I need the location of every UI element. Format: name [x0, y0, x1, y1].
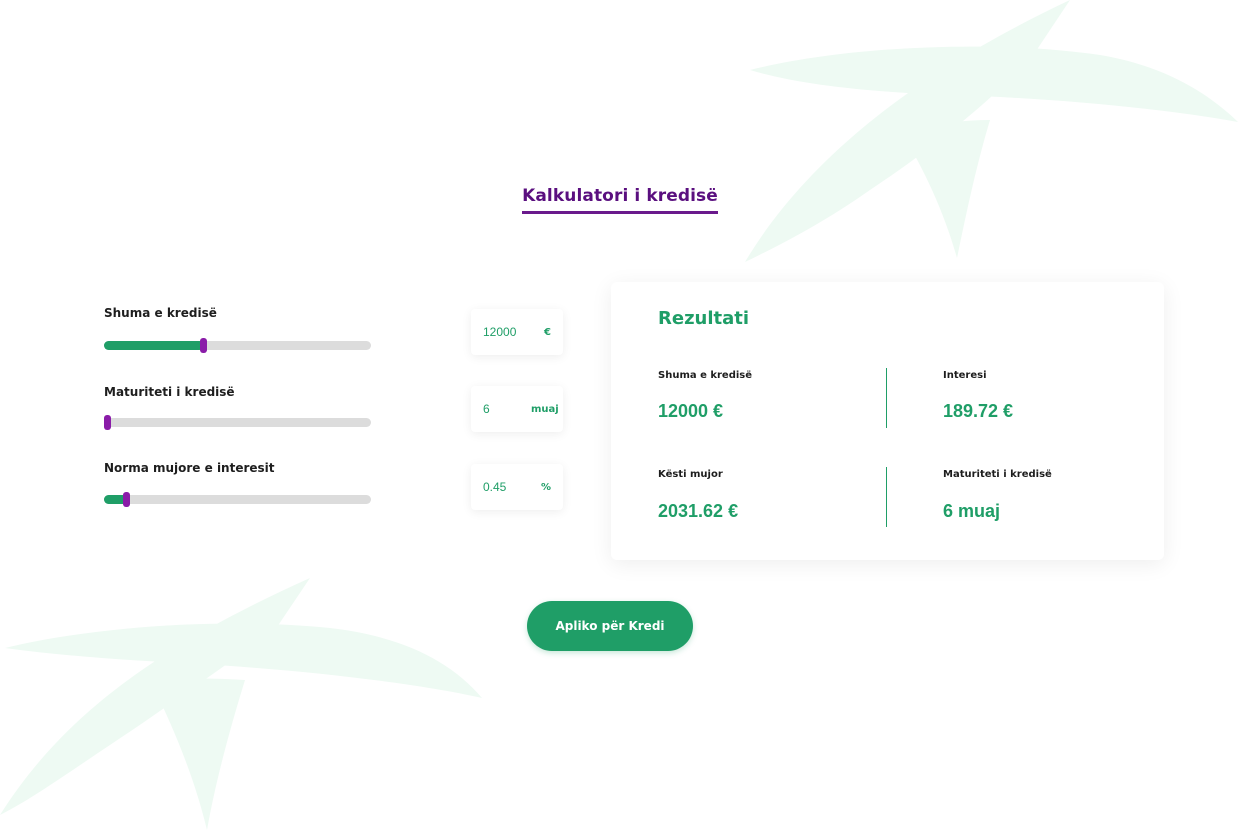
result-monthly-installment-value: 2031.62 € — [658, 501, 739, 521]
result-divider-top — [886, 368, 887, 428]
loan-maturity-box: muaj — [471, 386, 563, 432]
star-arm-bottom-left-3 — [150, 678, 245, 830]
loan-maturity-input[interactable] — [483, 402, 531, 416]
loan-maturity-slider[interactable] — [104, 415, 371, 430]
result-divider-bottom — [886, 467, 887, 527]
apply-for-loan-button[interactable]: Apliko për Kredi — [527, 601, 693, 651]
loan-maturity-label: Maturiteti i kredisë — [104, 385, 235, 399]
star-arm-bottom-left-2 — [5, 623, 482, 698]
page-title: Kalkulatori i kredisë — [522, 186, 718, 214]
result-card: Rezultati Shuma e kredisë 12000 € Intere… — [611, 282, 1164, 560]
loan-amount-label: Shuma e kredisë — [104, 306, 217, 320]
star-arm-bottom-left-1 — [0, 578, 310, 815]
interest-rate-slider[interactable] — [104, 492, 371, 507]
result-maturity-label: Maturiteti i kredisë — [943, 469, 1052, 480]
result-interest-value: 189.72 € — [943, 401, 1014, 421]
loan-maturity-slider-thumb[interactable] — [104, 415, 111, 430]
result-maturity-value: 6 muaj — [943, 501, 1001, 521]
result-interest-label: Interesi — [943, 370, 987, 381]
loan-amount-slider-thumb[interactable] — [200, 338, 208, 353]
loan-amount-slider-fill — [104, 341, 205, 350]
result-title: Rezultati — [658, 308, 750, 329]
interest-rate-label: Norma mujore e interesit — [104, 461, 275, 475]
interest-rate-slider-thumb[interactable] — [122, 492, 130, 507]
star-arm-top-right-2 — [750, 46, 1238, 122]
interest-rate-unit: % — [540, 481, 551, 493]
interest-rate-input[interactable] — [483, 480, 531, 494]
loan-amount-input[interactable] — [483, 325, 531, 339]
loan-amount-slider[interactable] — [104, 338, 371, 353]
result-loan-amount-label: Shuma e kredisë — [658, 370, 753, 381]
result-monthly-installment-label: Kësti mujor — [658, 469, 723, 480]
page-title-wrapper: Kalkulatori i kredisë — [0, 186, 1240, 214]
interest-rate-box: % — [471, 464, 563, 510]
loan-amount-unit: € — [544, 326, 551, 338]
loan-maturity-unit: muaj — [531, 403, 559, 415]
result-loan-amount-value: 12000 € — [658, 401, 724, 421]
loan-amount-box: € — [471, 309, 563, 355]
